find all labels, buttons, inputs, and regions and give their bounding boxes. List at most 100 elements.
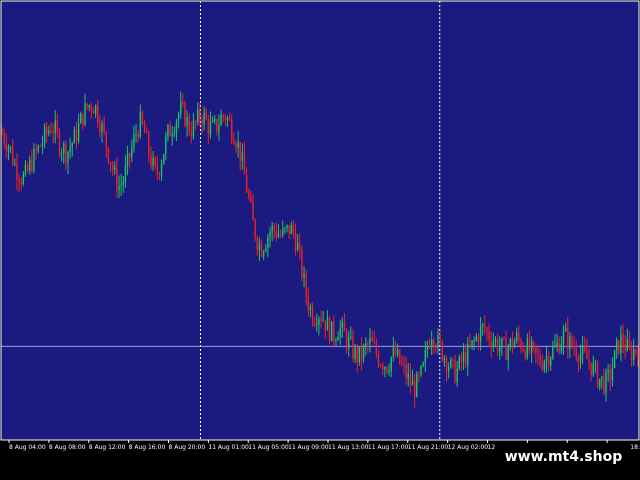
candle-body: [541, 364, 543, 370]
candle-body: [222, 115, 224, 117]
candle-body: [460, 356, 463, 362]
candle-body: [388, 370, 390, 373]
candle-body: [581, 345, 584, 354]
candle-body: [324, 320, 327, 331]
x-tick-label: 8 Aug 20:00: [169, 444, 206, 451]
candle-body: [39, 145, 42, 147]
candle-body: [547, 355, 550, 366]
candle-body: [301, 248, 303, 278]
candle-body: [307, 296, 310, 311]
candle-body: [537, 353, 539, 355]
candle-body: [394, 347, 397, 356]
candle-body: [182, 102, 184, 104]
candle-body: [133, 134, 135, 148]
candle-body: [360, 346, 363, 360]
candle-body: [365, 343, 367, 347]
candle-body: [67, 151, 69, 163]
candle-body: [416, 374, 418, 397]
candle-body: [233, 138, 235, 144]
candle-body: [369, 337, 371, 344]
candle-body: [199, 109, 201, 120]
candle-body: [409, 373, 412, 386]
candle-body: [311, 307, 314, 323]
candle-body: [535, 345, 537, 354]
candle-body: [288, 225, 290, 234]
x-tick-label: 11 Aug 17:00: [368, 444, 409, 451]
candle-body: [173, 132, 176, 135]
candle-body: [413, 381, 416, 397]
candle-body: [418, 374, 420, 376]
candle-body: [250, 196, 252, 202]
candle-body: [382, 365, 384, 370]
candle-body: [277, 234, 280, 237]
candle-body: [590, 362, 592, 375]
candle-body: [141, 112, 144, 124]
candle-body: [522, 349, 524, 351]
candle-body: [237, 141, 239, 148]
candle-body: [343, 321, 346, 332]
chart-window[interactable]: 8 Aug 04:00 8 Aug 08:00 8 Aug 12:00 8 Aug 1…: [0, 0, 640, 456]
candle-body: [197, 109, 199, 122]
candle-body: [103, 123, 105, 132]
candle-body: [337, 336, 339, 341]
candle-body: [390, 357, 392, 371]
candle-body: [154, 157, 156, 166]
candle-body: [499, 346, 501, 352]
candle-body: [75, 129, 78, 141]
candle-body: [584, 345, 586, 351]
candle-body: [407, 373, 409, 379]
candle-body: [501, 338, 503, 347]
candle-body: [203, 112, 205, 125]
candle-body: [99, 123, 101, 132]
candle-body: [201, 119, 203, 125]
candle-body: [503, 338, 505, 340]
candle-body: [575, 349, 577, 358]
candle-body: [628, 339, 631, 348]
candle-body: [613, 350, 616, 368]
candle-body: [516, 332, 518, 341]
candle-body: [256, 237, 258, 251]
candle-body: [177, 114, 180, 122]
candle-body: [458, 356, 460, 369]
candle-body: [556, 343, 558, 345]
candle-body: [524, 350, 526, 358]
candle-body: [214, 119, 216, 122]
candle-body: [509, 338, 512, 348]
candle-body: [562, 331, 565, 344]
candle-body: [284, 227, 286, 229]
candle-body: [456, 368, 458, 383]
candle-body: [107, 147, 110, 163]
candle-body: [454, 359, 456, 383]
candle-body: [411, 381, 414, 386]
candle-body: [545, 355, 548, 362]
candle-body: [443, 357, 446, 361]
candle-body: [54, 120, 56, 134]
x-tick-label: 12 Aug 02:00: [448, 444, 489, 451]
candle-body: [69, 147, 71, 152]
candle-body: [377, 354, 380, 366]
candle-body: [41, 143, 44, 147]
candle-body: [611, 367, 614, 380]
candle-body: [205, 112, 207, 119]
candle-body: [273, 225, 275, 231]
candle-body: [330, 321, 333, 342]
candle-body: [558, 343, 560, 353]
candle-body: [292, 225, 295, 233]
candle-body: [322, 320, 324, 322]
candle-body: [341, 321, 344, 328]
candle-body: [260, 243, 263, 257]
candle-body: [192, 121, 195, 137]
watermark-text: www.mt4.shop: [497, 444, 630, 470]
price-chart[interactable]: 8 Aug 04:00 8 Aug 08:00 8 Aug 12:00 8 Aug 1…: [0, 0, 640, 456]
candle-body: [543, 361, 546, 370]
candle-body: [239, 141, 241, 162]
candle-body: [333, 321, 335, 341]
candle-body: [43, 127, 46, 144]
candle-body: [505, 339, 507, 360]
candle-body: [228, 118, 231, 120]
candle-body: [162, 154, 165, 164]
candle-body: [9, 146, 12, 148]
candle-body: [299, 242, 301, 249]
candle-body: [18, 179, 20, 182]
candle-body: [445, 357, 448, 371]
